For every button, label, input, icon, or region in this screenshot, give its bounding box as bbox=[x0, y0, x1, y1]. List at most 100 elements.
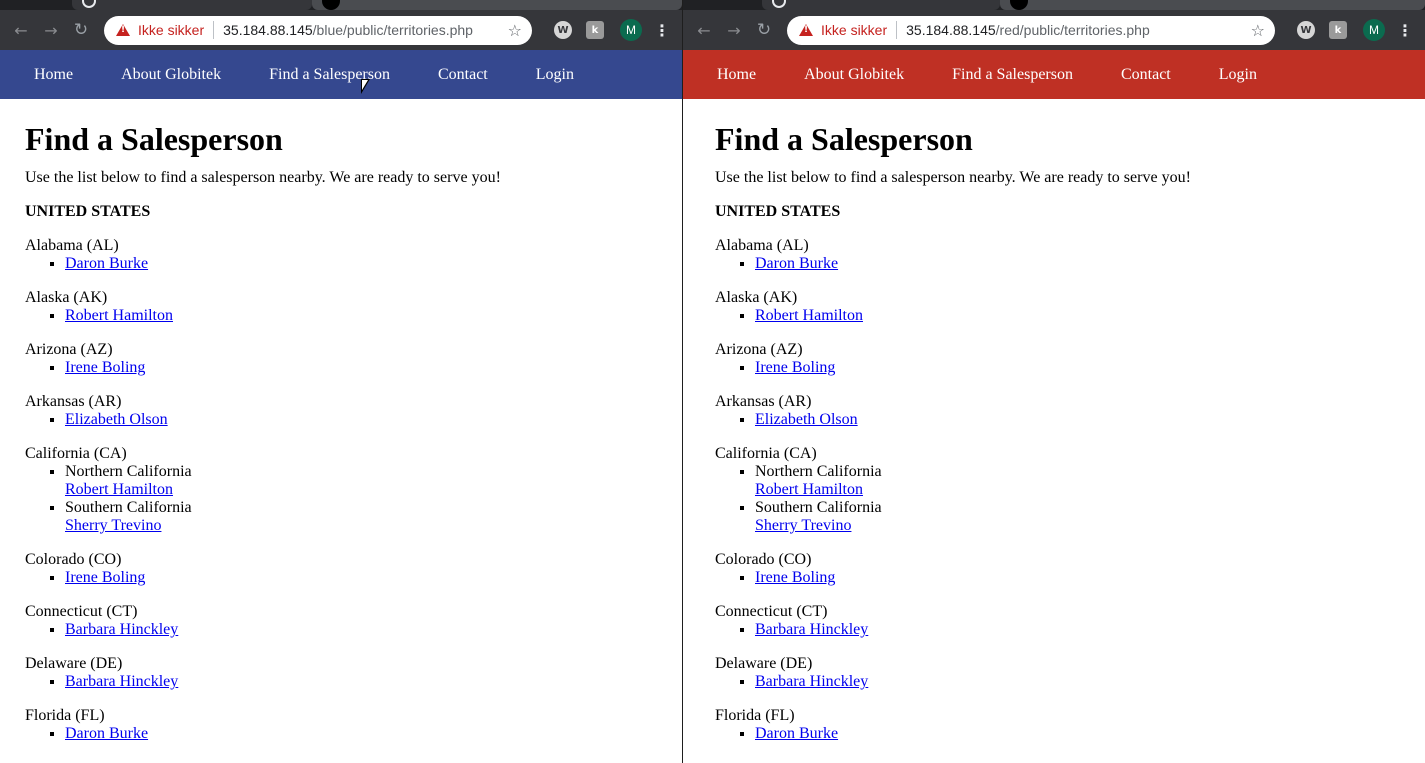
salesperson-link[interactable]: Irene Boling bbox=[65, 359, 145, 376]
url-host: 35.184.88.145 bbox=[223, 22, 313, 38]
bookmark-star-icon[interactable]: ☆ bbox=[508, 21, 522, 40]
salesperson-link[interactable]: Robert Hamilton bbox=[755, 481, 863, 498]
state-block: Alabama (AL)Daron Burke bbox=[715, 237, 1425, 273]
salesperson-link[interactable]: Daron Burke bbox=[755, 725, 838, 742]
salesperson-link[interactable]: Sherry Trevino bbox=[755, 517, 851, 534]
github-icon bbox=[322, 0, 340, 10]
back-button[interactable]: ← bbox=[689, 15, 719, 45]
salesperson-link[interactable]: Robert Hamilton bbox=[755, 307, 863, 324]
salesperson-link[interactable]: Barbara Hinckley bbox=[755, 673, 868, 690]
url-path: /blue/public/territories.php bbox=[312, 22, 473, 38]
menu-kebab-icon[interactable]: ⋮ bbox=[1397, 21, 1413, 40]
territory-list: Irene Boling bbox=[25, 359, 682, 377]
site-navigation: Home About Globitek Find a Salesperson C… bbox=[0, 50, 682, 99]
nav-login[interactable]: Login bbox=[1219, 66, 1257, 84]
reload-button[interactable]: ↻ bbox=[749, 15, 779, 45]
address-bar[interactable]: Ikke sikker 35.184.88.145/red/public/ter… bbox=[787, 15, 1275, 45]
warning-icon bbox=[799, 24, 813, 36]
address-bar[interactable]: Ikke sikker 35.184.88.145/blue/public/te… bbox=[104, 15, 532, 45]
state-block: Arizona (AZ)Irene Boling bbox=[715, 341, 1425, 377]
territory-list: Northern CaliforniaRobert HamiltonSouthe… bbox=[715, 463, 1425, 535]
salesperson-link[interactable]: Irene Boling bbox=[65, 569, 145, 586]
territory-list: Irene Boling bbox=[715, 569, 1425, 587]
state-name: Connecticut (CT) bbox=[25, 603, 138, 620]
territory-list: Barbara Hinckley bbox=[25, 621, 682, 639]
tab-inactive[interactable] bbox=[1000, 0, 1425, 10]
nav-home[interactable]: Home bbox=[717, 66, 756, 84]
nav-contact[interactable]: Contact bbox=[1121, 66, 1171, 84]
salesperson-link[interactable]: Daron Burke bbox=[65, 725, 148, 742]
profile-avatar[interactable]: M bbox=[1363, 19, 1385, 41]
region-name: Northern California bbox=[65, 463, 192, 480]
salesperson-link[interactable]: Irene Boling bbox=[755, 569, 835, 586]
bookmark-star-icon[interactable]: ☆ bbox=[1251, 21, 1265, 40]
territory-list: Barbara Hinckley bbox=[715, 673, 1425, 691]
state-block: Delaware (DE)Barbara Hinckley bbox=[715, 655, 1425, 691]
salesperson-link[interactable]: Barbara Hinckley bbox=[65, 621, 178, 638]
state-block: Alaska (AK)Robert Hamilton bbox=[715, 289, 1425, 325]
browser-toolbar: ← → ↻ Ikke sikker 35.184.88.145/red/publ… bbox=[683, 10, 1425, 50]
territory-item: Barbara Hinckley bbox=[65, 673, 682, 691]
menu-kebab-icon[interactable]: ⋮ bbox=[654, 21, 670, 40]
nav-find-salesperson[interactable]: Find a Salesperson bbox=[952, 66, 1073, 84]
profile-avatar[interactable]: M bbox=[620, 19, 642, 41]
forward-button[interactable]: → bbox=[719, 15, 749, 45]
territory-item: Irene Boling bbox=[755, 569, 1425, 587]
territory-item: Daron Burke bbox=[65, 255, 682, 273]
extension-k-icon[interactable]: k bbox=[586, 21, 604, 39]
salesperson-link[interactable]: Barbara Hinckley bbox=[65, 673, 178, 690]
state-name: Colorado (CO) bbox=[715, 551, 812, 568]
not-secure-label: Ikke sikker bbox=[138, 22, 205, 38]
nav-contact[interactable]: Contact bbox=[438, 66, 488, 84]
globe-icon bbox=[772, 0, 786, 8]
territory-list: Daron Burke bbox=[25, 725, 682, 743]
nav-home[interactable]: Home bbox=[34, 66, 73, 84]
salesperson-link[interactable]: Daron Burke bbox=[65, 255, 148, 272]
territory-list: Barbara Hinckley bbox=[25, 673, 682, 691]
forward-button[interactable]: → bbox=[36, 15, 66, 45]
state-name: Florida (FL) bbox=[715, 707, 795, 724]
tab-inactive[interactable] bbox=[312, 0, 682, 10]
intro-text: Use the list below to find a salesperson… bbox=[715, 169, 1191, 186]
salesperson-link[interactable]: Elizabeth Olson bbox=[65, 411, 168, 428]
salesperson-link[interactable]: Robert Hamilton bbox=[65, 307, 173, 324]
tab-active[interactable] bbox=[762, 0, 1000, 10]
extension-w-icon[interactable]: W bbox=[554, 21, 572, 39]
extension-k-icon[interactable]: k bbox=[1329, 21, 1347, 39]
nav-find-salesperson[interactable]: Find a Salesperson bbox=[269, 66, 390, 84]
reload-button[interactable]: ↻ bbox=[66, 15, 96, 45]
salesperson-link[interactable]: Daron Burke bbox=[755, 255, 838, 272]
territory-list: Daron Burke bbox=[715, 725, 1425, 743]
tab-strip bbox=[683, 0, 1425, 10]
tab-strip bbox=[0, 0, 682, 10]
salesperson-link[interactable]: Sherry Trevino bbox=[65, 517, 161, 534]
nav-about[interactable]: About Globitek bbox=[121, 66, 221, 84]
github-icon bbox=[1010, 0, 1028, 10]
salesperson-link[interactable]: Barbara Hinckley bbox=[755, 621, 868, 638]
nav-about[interactable]: About Globitek bbox=[804, 66, 904, 84]
country-heading: UNITED STATES bbox=[715, 203, 841, 220]
state-block: Florida (FL)Daron Burke bbox=[25, 707, 682, 743]
page-content: Find a Salesperson Use the list below to… bbox=[683, 99, 1425, 743]
territory-item: Robert Hamilton bbox=[755, 307, 1425, 325]
state-block: Alaska (AK)Robert Hamilton bbox=[25, 289, 682, 325]
salesperson-link[interactable]: Irene Boling bbox=[755, 359, 835, 376]
salesperson-link[interactable]: Robert Hamilton bbox=[65, 481, 173, 498]
state-name: Colorado (CO) bbox=[25, 551, 122, 568]
state-block: Alabama (AL)Daron Burke bbox=[25, 237, 682, 273]
extension-w-icon[interactable]: W bbox=[1297, 21, 1315, 39]
browser-window-red: ← → ↻ Ikke sikker 35.184.88.145/red/publ… bbox=[683, 0, 1425, 763]
state-block: Arkansas (AR)Elizabeth Olson bbox=[25, 393, 682, 429]
state-block: California (CA)Northern CaliforniaRobert… bbox=[25, 445, 682, 535]
browser-window-blue: ← → ↻ Ikke sikker 35.184.88.145/blue/pub… bbox=[0, 0, 682, 763]
tab-active[interactable] bbox=[72, 0, 312, 10]
back-button[interactable]: ← bbox=[6, 15, 36, 45]
url-path: /red/public/territories.php bbox=[995, 22, 1150, 38]
salesperson-link[interactable]: Elizabeth Olson bbox=[755, 411, 858, 428]
state-name: Arizona (AZ) bbox=[715, 341, 803, 358]
territory-list: Irene Boling bbox=[25, 569, 682, 587]
territory-item: Irene Boling bbox=[755, 359, 1425, 377]
state-name: Arkansas (AR) bbox=[25, 393, 122, 410]
page-content: Find a Salesperson Use the list below to… bbox=[0, 99, 682, 743]
nav-login[interactable]: Login bbox=[536, 66, 574, 84]
